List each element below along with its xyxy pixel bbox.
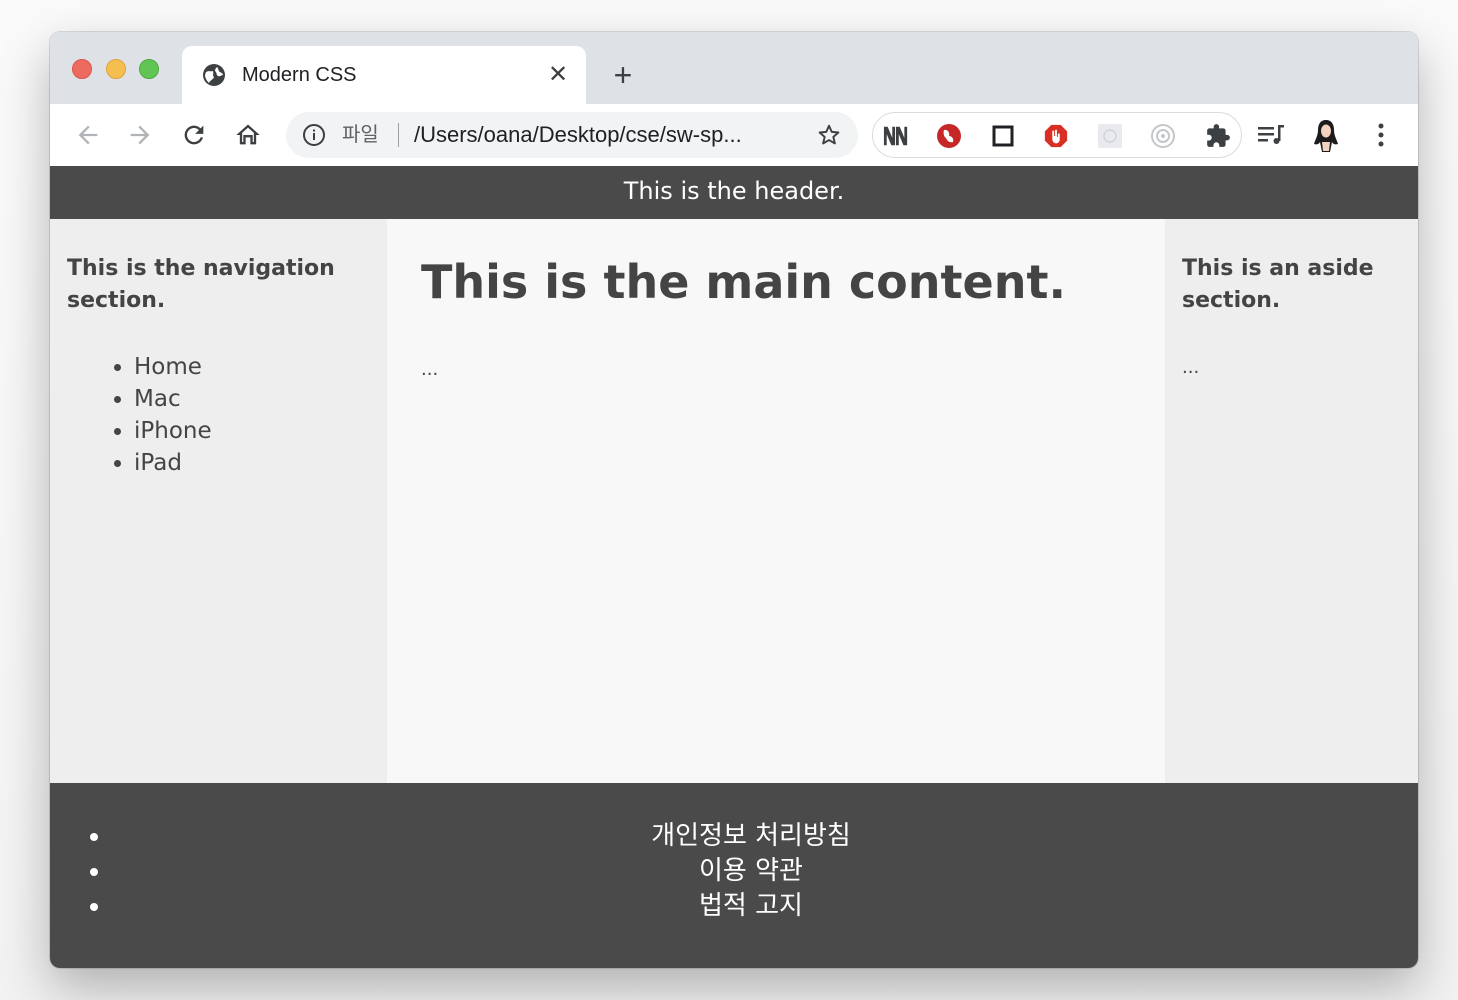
nav-list: Home Mac iPhone iPad bbox=[106, 351, 212, 479]
globe-icon bbox=[203, 64, 225, 86]
footer-link-legal-notice[interactable]: 법적 고지 bbox=[699, 891, 803, 921]
avatar-icon bbox=[1314, 120, 1338, 152]
tab-title: Modern CSS bbox=[242, 64, 357, 86]
footer-link-privacy-policy[interactable]: 개인정보 처리방침 bbox=[651, 821, 851, 851]
reload-button[interactable] bbox=[176, 117, 212, 153]
url-text[interactable]: /Users/oana/Desktop/cse/sw-sp... bbox=[414, 122, 742, 148]
address-bar[interactable]: 파일 /Users/oana/Desktop/cse/sw-sp... bbox=[286, 112, 858, 158]
close-tab-icon[interactable]: ✕ bbox=[544, 60, 572, 88]
extensions-area bbox=[872, 112, 1242, 158]
browser-menu-button[interactable] bbox=[1363, 117, 1399, 153]
address-separator bbox=[398, 123, 399, 147]
aside-body-text: ... bbox=[1182, 357, 1200, 378]
main-body-text: ... bbox=[421, 359, 439, 380]
desktop-background: Modern CSS ✕ + 파일 /Users/oana/Desktop/cs… bbox=[0, 0, 1458, 1000]
puzzle-icon[interactable] bbox=[1205, 123, 1231, 149]
media-control-button[interactable] bbox=[1254, 117, 1290, 153]
nn-extension-icon[interactable] bbox=[883, 123, 909, 149]
reload-icon bbox=[184, 125, 204, 145]
red-circle-extension-icon[interactable] bbox=[936, 123, 962, 149]
aside-title: This is an aside section. bbox=[1182, 256, 1374, 313]
browser-toolbar: 파일 /Users/oana/Desktop/cse/sw-sp... bbox=[50, 104, 1418, 167]
zoom-window-button[interactable] bbox=[139, 59, 159, 79]
nav-item-iphone[interactable]: iPhone bbox=[134, 415, 212, 447]
browser-window: Modern CSS ✕ + 파일 /Users/oana/Desktop/cs… bbox=[50, 32, 1418, 968]
more-vertical-icon bbox=[1378, 123, 1384, 147]
square-extension-icon[interactable] bbox=[990, 123, 1016, 149]
home-icon bbox=[236, 124, 260, 145]
scheme-label: 파일 bbox=[342, 124, 379, 146]
web-page: This is the header. This is the navigati… bbox=[50, 166, 1418, 968]
back-button[interactable] bbox=[70, 117, 106, 153]
aside-section: This is an aside section. ... bbox=[1165, 219, 1418, 783]
home-button[interactable] bbox=[230, 117, 266, 153]
page-footer: 개인정보 처리방침 이용 약관 법적 고지 bbox=[50, 783, 1418, 968]
adblock-extension-icon[interactable] bbox=[1043, 123, 1069, 149]
bookmark-star-icon[interactable] bbox=[816, 122, 842, 148]
main-title: This is the main content. bbox=[421, 255, 1066, 309]
page-header: This is the header. bbox=[50, 166, 1418, 219]
profile-avatar[interactable] bbox=[1308, 117, 1344, 153]
target-extension-icon[interactable] bbox=[1150, 123, 1176, 149]
forward-button[interactable] bbox=[122, 117, 158, 153]
footer-item-terms: 이용 약관 bbox=[112, 854, 1418, 889]
playlist-music-icon bbox=[1258, 125, 1284, 144]
nav-item-home[interactable]: Home bbox=[134, 351, 212, 383]
tab-modern-css[interactable]: Modern CSS ✕ bbox=[182, 46, 586, 104]
arrow-right-icon bbox=[130, 125, 150, 145]
nav-item-ipad[interactable]: iPad bbox=[134, 447, 212, 479]
main-content: This is the main content. ... bbox=[387, 219, 1165, 783]
footer-links: 개인정보 처리방침 이용 약관 법적 고지 bbox=[50, 819, 1418, 924]
footer-item-legal: 법적 고지 bbox=[112, 889, 1418, 924]
nav-title: This is the navigation section. bbox=[67, 256, 335, 313]
footer-item-privacy: 개인정보 처리방침 bbox=[112, 819, 1418, 854]
new-tab-button[interactable]: + bbox=[606, 58, 640, 92]
navigation-section: This is the navigation section. Home Mac… bbox=[50, 219, 387, 783]
tab-strip: Modern CSS ✕ + bbox=[50, 32, 1418, 104]
grey-box-extension-icon[interactable] bbox=[1097, 123, 1123, 149]
close-window-button[interactable] bbox=[72, 59, 92, 79]
nav-item-mac[interactable]: Mac bbox=[134, 383, 212, 415]
arrow-left-icon bbox=[78, 125, 98, 145]
minimize-window-button[interactable] bbox=[106, 59, 126, 79]
info-icon[interactable] bbox=[302, 123, 326, 147]
footer-link-terms-of-use[interactable]: 이용 약관 bbox=[699, 856, 803, 886]
